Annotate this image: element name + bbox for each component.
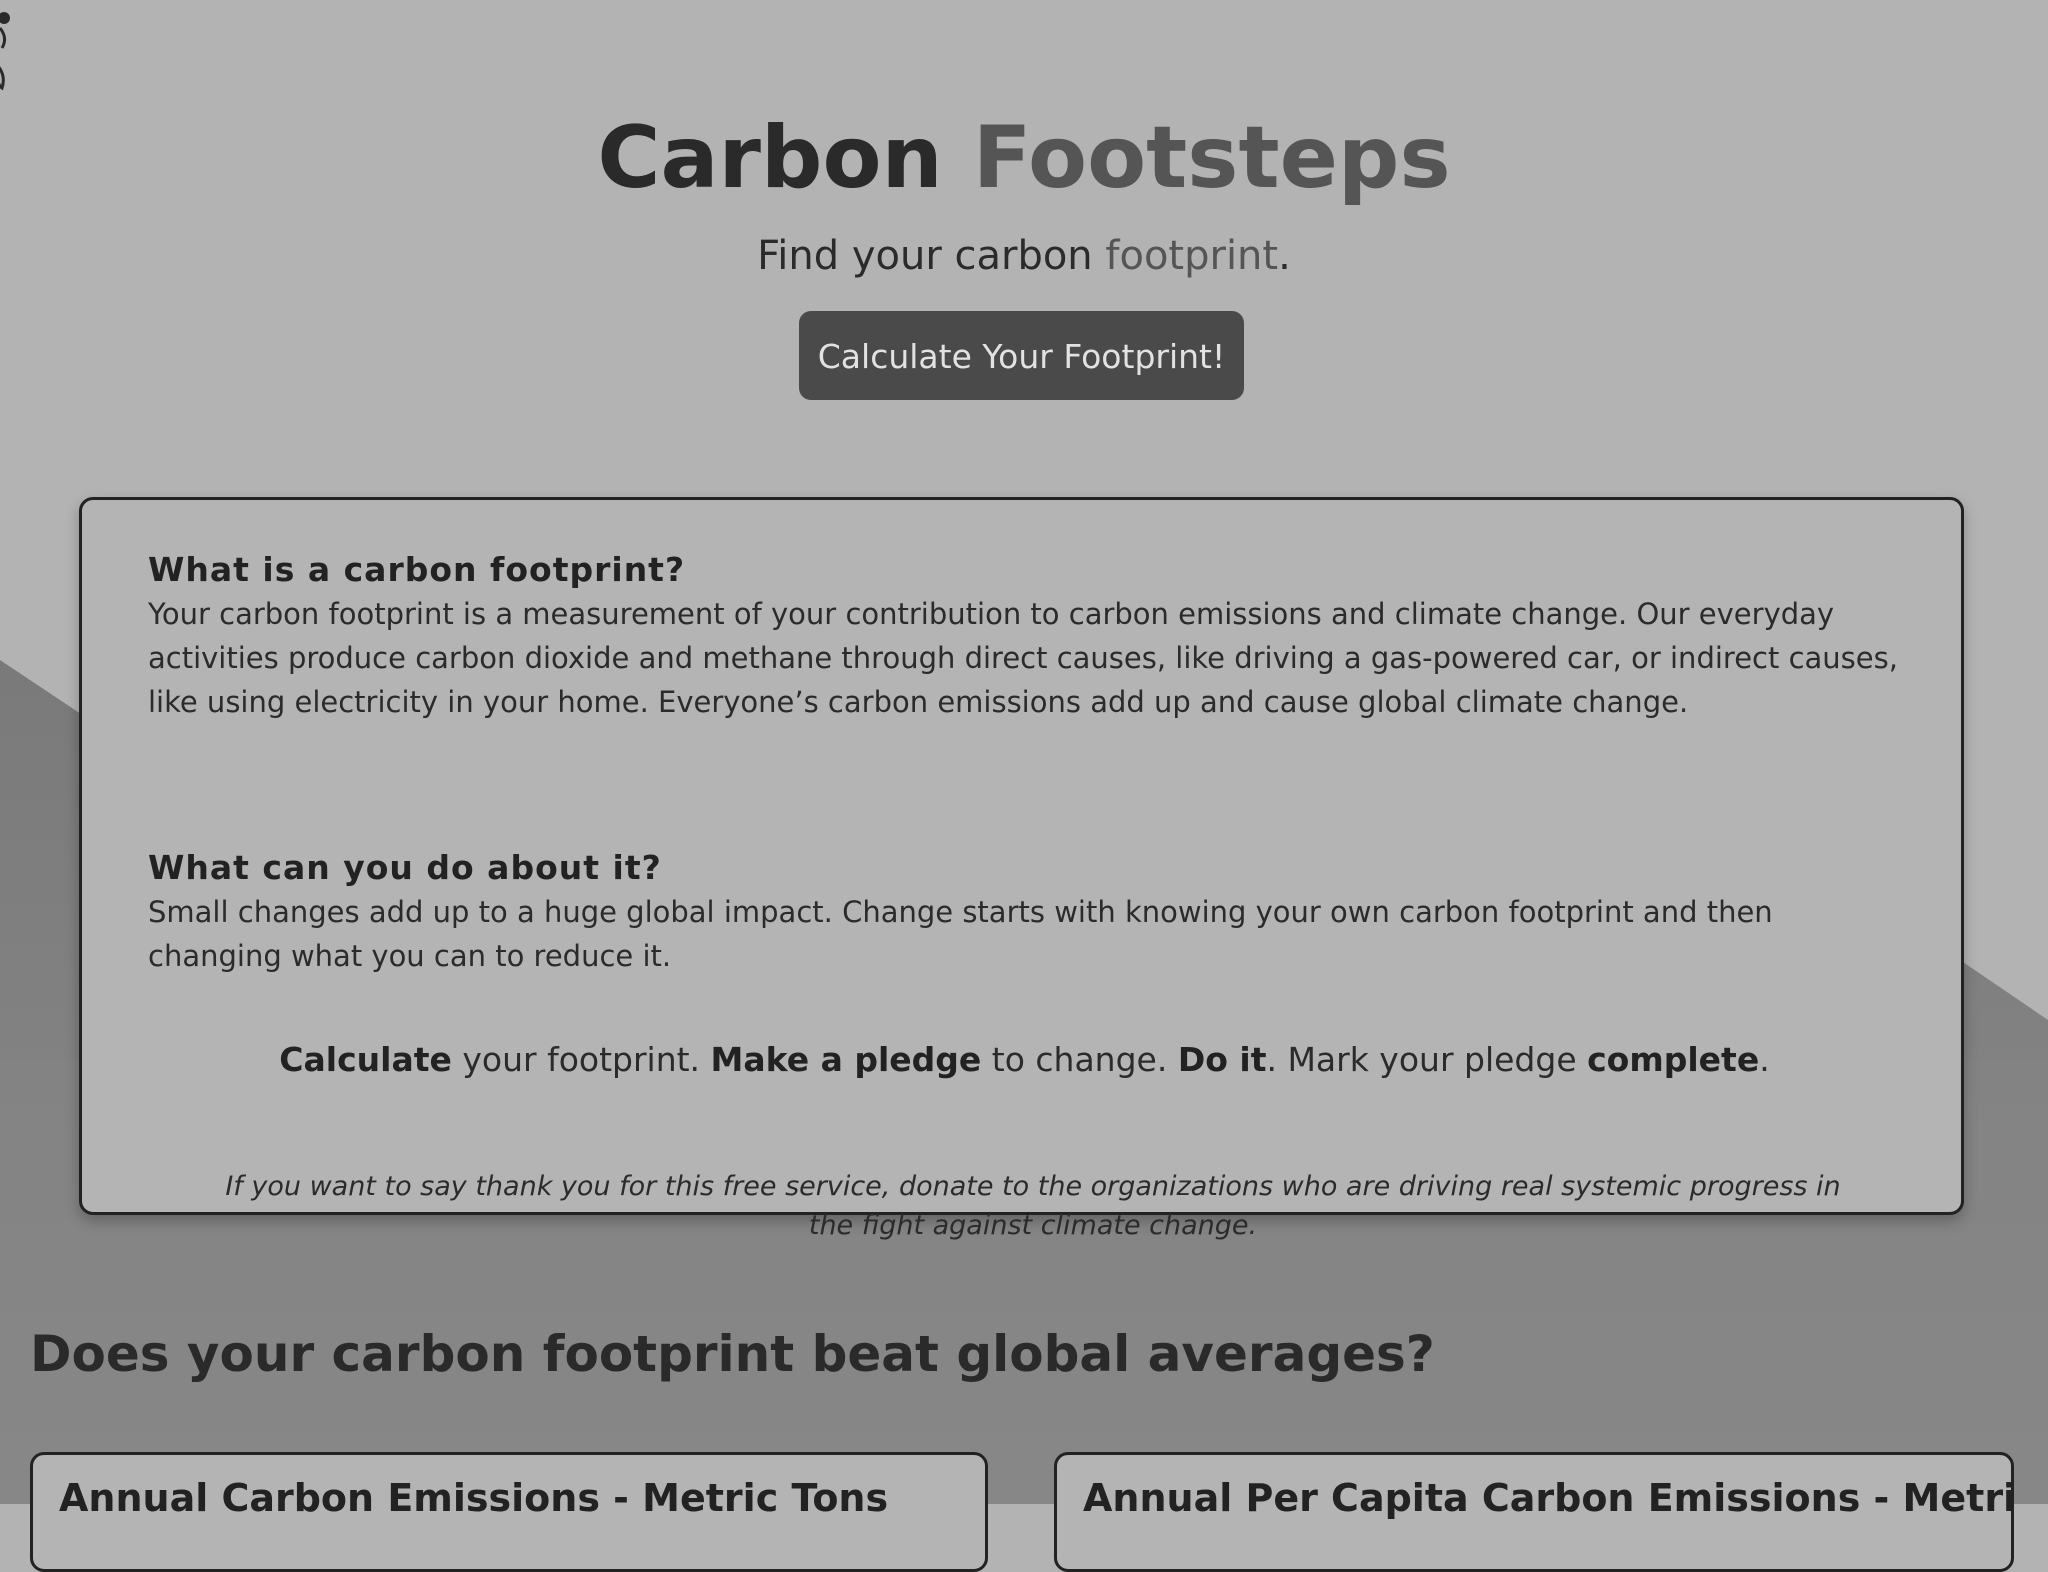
info-card-content: What is a carbon footprint? Your carbon … bbox=[148, 548, 1903, 1241]
subtitle-end: . bbox=[1278, 233, 1291, 279]
site-title: Carbon Footsteps bbox=[0, 108, 2048, 208]
per-capita-emissions-title: Annual Per Capita Carbon Emissions - Met… bbox=[1083, 1476, 2011, 1520]
subtitle-accent: footprint bbox=[1105, 233, 1279, 279]
step-calculate-rest: your footprint. bbox=[451, 1040, 711, 1079]
step-calculate: Calculate bbox=[279, 1040, 452, 1079]
averages-heading: Does your carbon footprint beat global a… bbox=[30, 1325, 1435, 1383]
what-is-body: Your carbon footprint is a measurement o… bbox=[148, 597, 1898, 719]
site-subtitle: Find your carbon footprint. bbox=[0, 230, 2048, 282]
what-can-section: What can you do about it? Small changes … bbox=[148, 846, 1903, 978]
site-title-main: Carbon bbox=[597, 108, 943, 208]
what-is-heading: What is a carbon footprint? bbox=[148, 550, 686, 589]
donate-note: If you want to say thank you for this fr… bbox=[225, 1171, 1841, 1241]
what-can-body: Small changes add up to a huge global im… bbox=[148, 895, 1773, 973]
what-can-heading: What can you do about it? bbox=[148, 848, 662, 887]
what-is-section: What is a carbon footprint? Your carbon … bbox=[148, 548, 1903, 724]
per-capita-emissions-card: Annual Per Capita Carbon Emissions - Met… bbox=[1054, 1452, 2014, 1572]
annual-emissions-card: Annual Carbon Emissions - Metric Tons bbox=[30, 1452, 988, 1572]
step-pledge-rest: to change. bbox=[981, 1040, 1178, 1079]
info-card: What is a carbon footprint? Your carbon … bbox=[79, 497, 1964, 1241]
step-complete-rest: . bbox=[1759, 1040, 1770, 1079]
step-complete: complete bbox=[1587, 1040, 1760, 1079]
step-pledge: Make a pledge bbox=[710, 1040, 982, 1079]
step-do-it-rest: . Mark your pledge bbox=[1266, 1040, 1588, 1079]
footsteps-logo-icon[interactable] bbox=[0, 4, 14, 92]
calculate-footprint-button[interactable]: Calculate Your Footprint! bbox=[799, 311, 1244, 400]
annual-emissions-title: Annual Carbon Emissions - Metric Tons bbox=[59, 1476, 889, 1520]
steps-line: Calculate your footprint. Make a pledge … bbox=[82, 1038, 1967, 1082]
step-do-it: Do it bbox=[1177, 1040, 1267, 1079]
site-title-accent: Footsteps bbox=[972, 108, 1451, 208]
subtitle-main: Find your carbon bbox=[757, 233, 1093, 279]
